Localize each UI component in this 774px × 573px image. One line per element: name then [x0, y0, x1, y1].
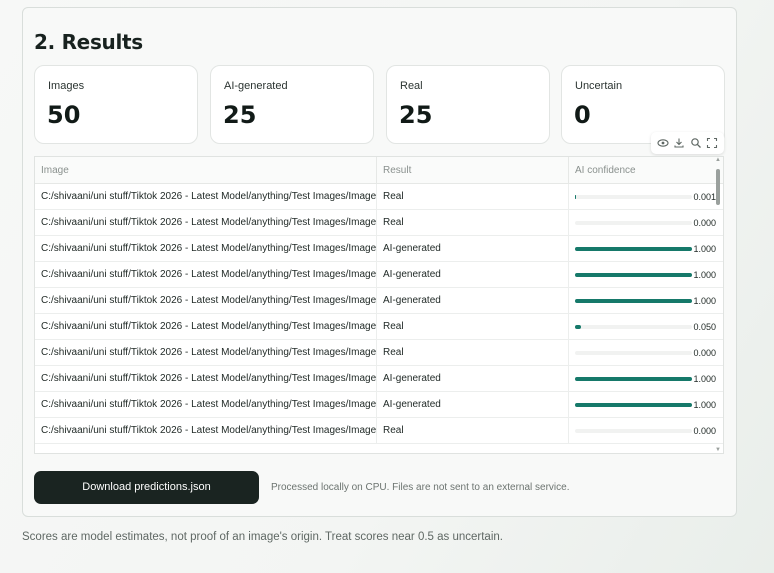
table-row[interactable]: C:/shivaani/uni stuff/Tiktok 2026 - Late…	[35, 210, 723, 236]
confidence-score: 0.001	[693, 192, 716, 202]
confidence-cell: 1.000	[569, 262, 719, 288]
disclaimer-text: Scores are model estimates, not proof of…	[22, 531, 503, 543]
confidence-score: 1.000	[693, 400, 716, 410]
confidence-cell: 0.000	[569, 418, 719, 444]
table-body: C:/shivaani/uni stuff/Tiktok 2026 - Late…	[35, 184, 723, 444]
confidence-cell: 1.000	[569, 392, 719, 418]
metric-value: 25	[399, 101, 433, 129]
confidence-bar-fill	[575, 299, 692, 303]
processing-note: Processed locally on CPU. Files are not …	[271, 482, 570, 493]
scroll-down-arrow[interactable]: ▼	[715, 447, 721, 453]
image-path-cell: C:/shivaani/uni stuff/Tiktok 2026 - Late…	[35, 184, 377, 210]
metric-label: Images	[48, 80, 85, 92]
column-header-image[interactable]: Image	[35, 157, 377, 184]
download-icon[interactable]	[673, 137, 685, 149]
table-row[interactable]: C:/shivaani/uni stuff/Tiktok 2026 - Late…	[35, 184, 723, 210]
confidence-bar-track	[575, 403, 692, 407]
metric-value: 0	[574, 101, 591, 129]
results-table[interactable]: Image Result AI confidence C:/shivaani/u…	[34, 156, 724, 454]
confidence-score: 1.000	[693, 244, 716, 254]
result-cell: AI-generated	[377, 392, 569, 418]
metric-real: Real 25	[386, 65, 550, 144]
result-cell: AI-generated	[377, 366, 569, 392]
image-path-cell: C:/shivaani/uni stuff/Tiktok 2026 - Late…	[35, 314, 377, 340]
metric-value: 50	[47, 101, 81, 129]
result-cell: Real	[377, 210, 569, 236]
results-panel: 2. Results Images 50 AI-generated 25 Rea…	[22, 7, 737, 517]
section-title: 2. Results	[34, 30, 143, 54]
confidence-score: 1.000	[693, 270, 716, 280]
result-cell: AI-generated	[377, 262, 569, 288]
confidence-bar-track	[575, 195, 692, 199]
confidence-score: 1.000	[693, 374, 716, 384]
metric-value: 25	[223, 101, 257, 129]
table-row[interactable]: C:/shivaani/uni stuff/Tiktok 2026 - Late…	[35, 236, 723, 262]
confidence-score: 0.050	[693, 322, 716, 332]
image-path-cell: C:/shivaani/uni stuff/Tiktok 2026 - Late…	[35, 340, 377, 366]
column-header-ai-confidence[interactable]: AI confidence	[569, 157, 719, 184]
confidence-bar-track	[575, 221, 692, 225]
scroll-up-arrow[interactable]: ▲	[715, 157, 721, 163]
table-row[interactable]: C:/shivaani/uni stuff/Tiktok 2026 - Late…	[35, 314, 723, 340]
confidence-cell: 0.000	[569, 340, 719, 366]
result-cell: Real	[377, 184, 569, 210]
confidence-bar-fill	[575, 247, 692, 251]
result-cell: AI-generated	[377, 236, 569, 262]
table-row[interactable]: C:/shivaani/uni stuff/Tiktok 2026 - Late…	[35, 288, 723, 314]
metric-images: Images 50	[34, 65, 198, 144]
metric-label: Uncertain	[575, 80, 623, 92]
confidence-bar-track	[575, 351, 692, 355]
confidence-score: 0.000	[693, 426, 716, 436]
fullscreen-icon[interactable]	[706, 137, 718, 149]
table-toolbar	[651, 132, 724, 154]
confidence-bar-track	[575, 377, 692, 381]
confidence-cell: 1.000	[569, 366, 719, 392]
table-header: Image Result AI confidence	[35, 157, 723, 184]
image-path-cell: C:/shivaani/uni stuff/Tiktok 2026 - Late…	[35, 288, 377, 314]
result-cell: AI-generated	[377, 288, 569, 314]
confidence-bar-track	[575, 273, 692, 277]
image-path-cell: C:/shivaani/uni stuff/Tiktok 2026 - Late…	[35, 418, 377, 444]
confidence-bar-track	[575, 299, 692, 303]
table-scrollbar-thumb[interactable]	[716, 169, 720, 205]
confidence-bar-track	[575, 325, 692, 329]
metric-ai-generated: AI-generated 25	[210, 65, 374, 144]
confidence-score: 0.000	[693, 348, 716, 358]
table-row[interactable]: C:/shivaani/uni stuff/Tiktok 2026 - Late…	[35, 262, 723, 288]
confidence-bar-fill	[575, 273, 692, 277]
image-path-cell: C:/shivaani/uni stuff/Tiktok 2026 - Late…	[35, 210, 377, 236]
confidence-cell: 0.001	[569, 184, 719, 210]
result-cell: Real	[377, 314, 569, 340]
eye-icon[interactable]	[657, 137, 669, 149]
confidence-bar-fill	[575, 377, 692, 381]
image-path-cell: C:/shivaani/uni stuff/Tiktok 2026 - Late…	[35, 392, 377, 418]
table-row[interactable]: C:/shivaani/uni stuff/Tiktok 2026 - Late…	[35, 366, 723, 392]
confidence-bar-fill	[575, 325, 581, 329]
result-cell: Real	[377, 418, 569, 444]
confidence-cell: 1.000	[569, 236, 719, 262]
result-cell: Real	[377, 340, 569, 366]
image-path-cell: C:/shivaani/uni stuff/Tiktok 2026 - Late…	[35, 236, 377, 262]
confidence-cell: 1.000	[569, 288, 719, 314]
table-row[interactable]: C:/shivaani/uni stuff/Tiktok 2026 - Late…	[35, 392, 723, 418]
confidence-bar-track	[575, 247, 692, 251]
search-icon[interactable]	[690, 137, 702, 149]
table-row[interactable]: C:/shivaani/uni stuff/Tiktok 2026 - Late…	[35, 418, 723, 444]
image-path-cell: C:/shivaani/uni stuff/Tiktok 2026 - Late…	[35, 262, 377, 288]
image-path-cell: C:/shivaani/uni stuff/Tiktok 2026 - Late…	[35, 366, 377, 392]
download-predictions-button[interactable]: Download predictions.json	[34, 471, 259, 504]
confidence-score: 1.000	[693, 296, 716, 306]
confidence-cell: 0.050	[569, 314, 719, 340]
confidence-score: 0.000	[693, 218, 716, 228]
column-header-result[interactable]: Result	[377, 157, 569, 184]
confidence-bar-fill	[575, 403, 692, 407]
metric-label: AI-generated	[224, 80, 288, 92]
confidence-cell: 0.000	[569, 210, 719, 236]
metric-label: Real	[400, 80, 423, 92]
confidence-bar-track	[575, 429, 692, 433]
table-row[interactable]: C:/shivaani/uni stuff/Tiktok 2026 - Late…	[35, 340, 723, 366]
